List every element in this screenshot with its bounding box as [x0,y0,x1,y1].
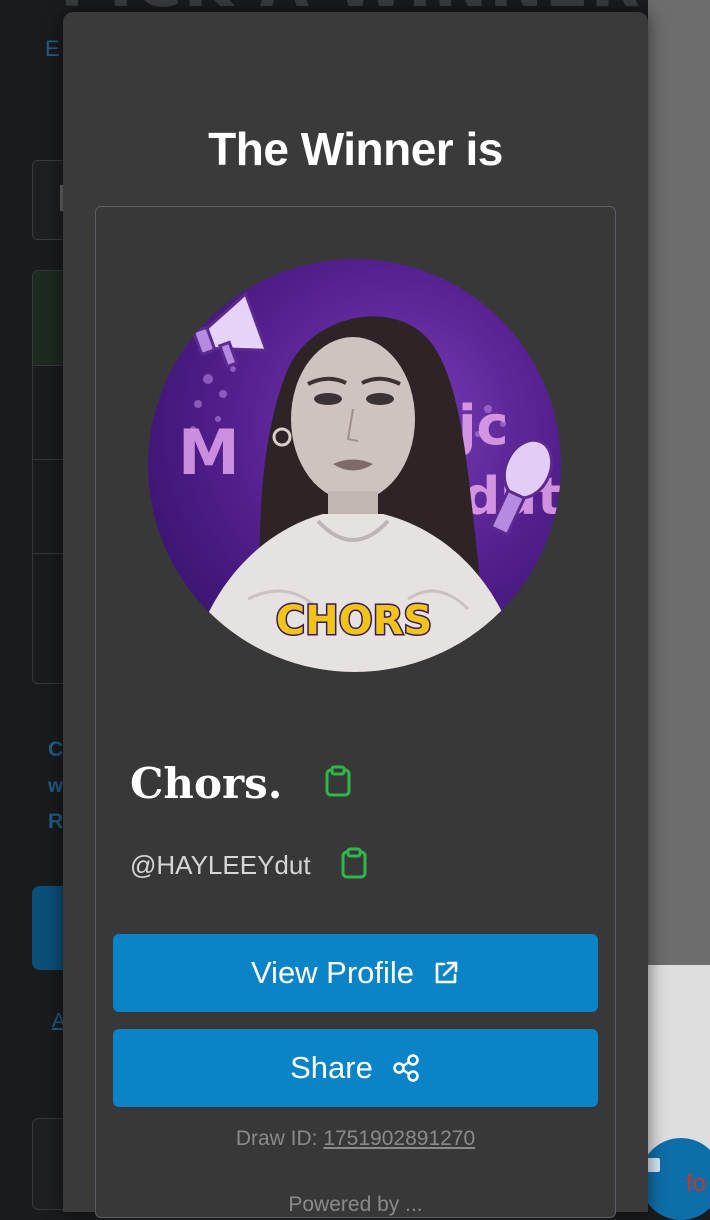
share-label: Share [290,1050,373,1085]
background-text-c: C [48,738,64,761]
copy-handle-clipboard-icon[interactable] [341,847,367,884]
external-link-icon [435,961,458,984]
background-text-r: R [48,810,64,833]
background-text-w: w [48,776,63,797]
draw-id-label: Draw ID: [235,1127,324,1150]
modal-title: The Winner is [208,123,503,175]
powered-by-text: Powered by ... [288,1193,423,1216]
draw-id: Draw ID: 1751902891270 [96,1127,615,1151]
winner-name-row: Chors. [130,759,351,819]
winner-modal: The Winner is M jc dut [63,12,648,1218]
share-button[interactable]: Share [113,1029,598,1107]
share-icon [393,1054,419,1082]
winner-name: Chors. [130,759,283,808]
winner-card: M jc dut [95,206,616,1218]
background-link[interactable]: E [45,36,60,62]
chat-icon [646,1158,660,1172]
draw-id-link[interactable]: 1751902891270 [323,1127,475,1150]
winner-handle: @HAYLEEYdut [130,850,311,880]
view-profile-button[interactable]: View Profile [113,934,598,1012]
avatar-badge-text: CHORS [276,598,432,644]
avatar-image: M jc dut [178,291,561,672]
right-overlay [648,0,710,965]
winner-handle-row: @HAYLEEYdut [130,847,367,884]
view-profile-label: View Profile [250,955,415,990]
winner-avatar: M jc dut [148,259,561,672]
footer-text-partial: fo [686,1170,707,1197]
svg-text:M: M [178,416,240,489]
copy-name-clipboard-icon[interactable] [325,765,351,802]
